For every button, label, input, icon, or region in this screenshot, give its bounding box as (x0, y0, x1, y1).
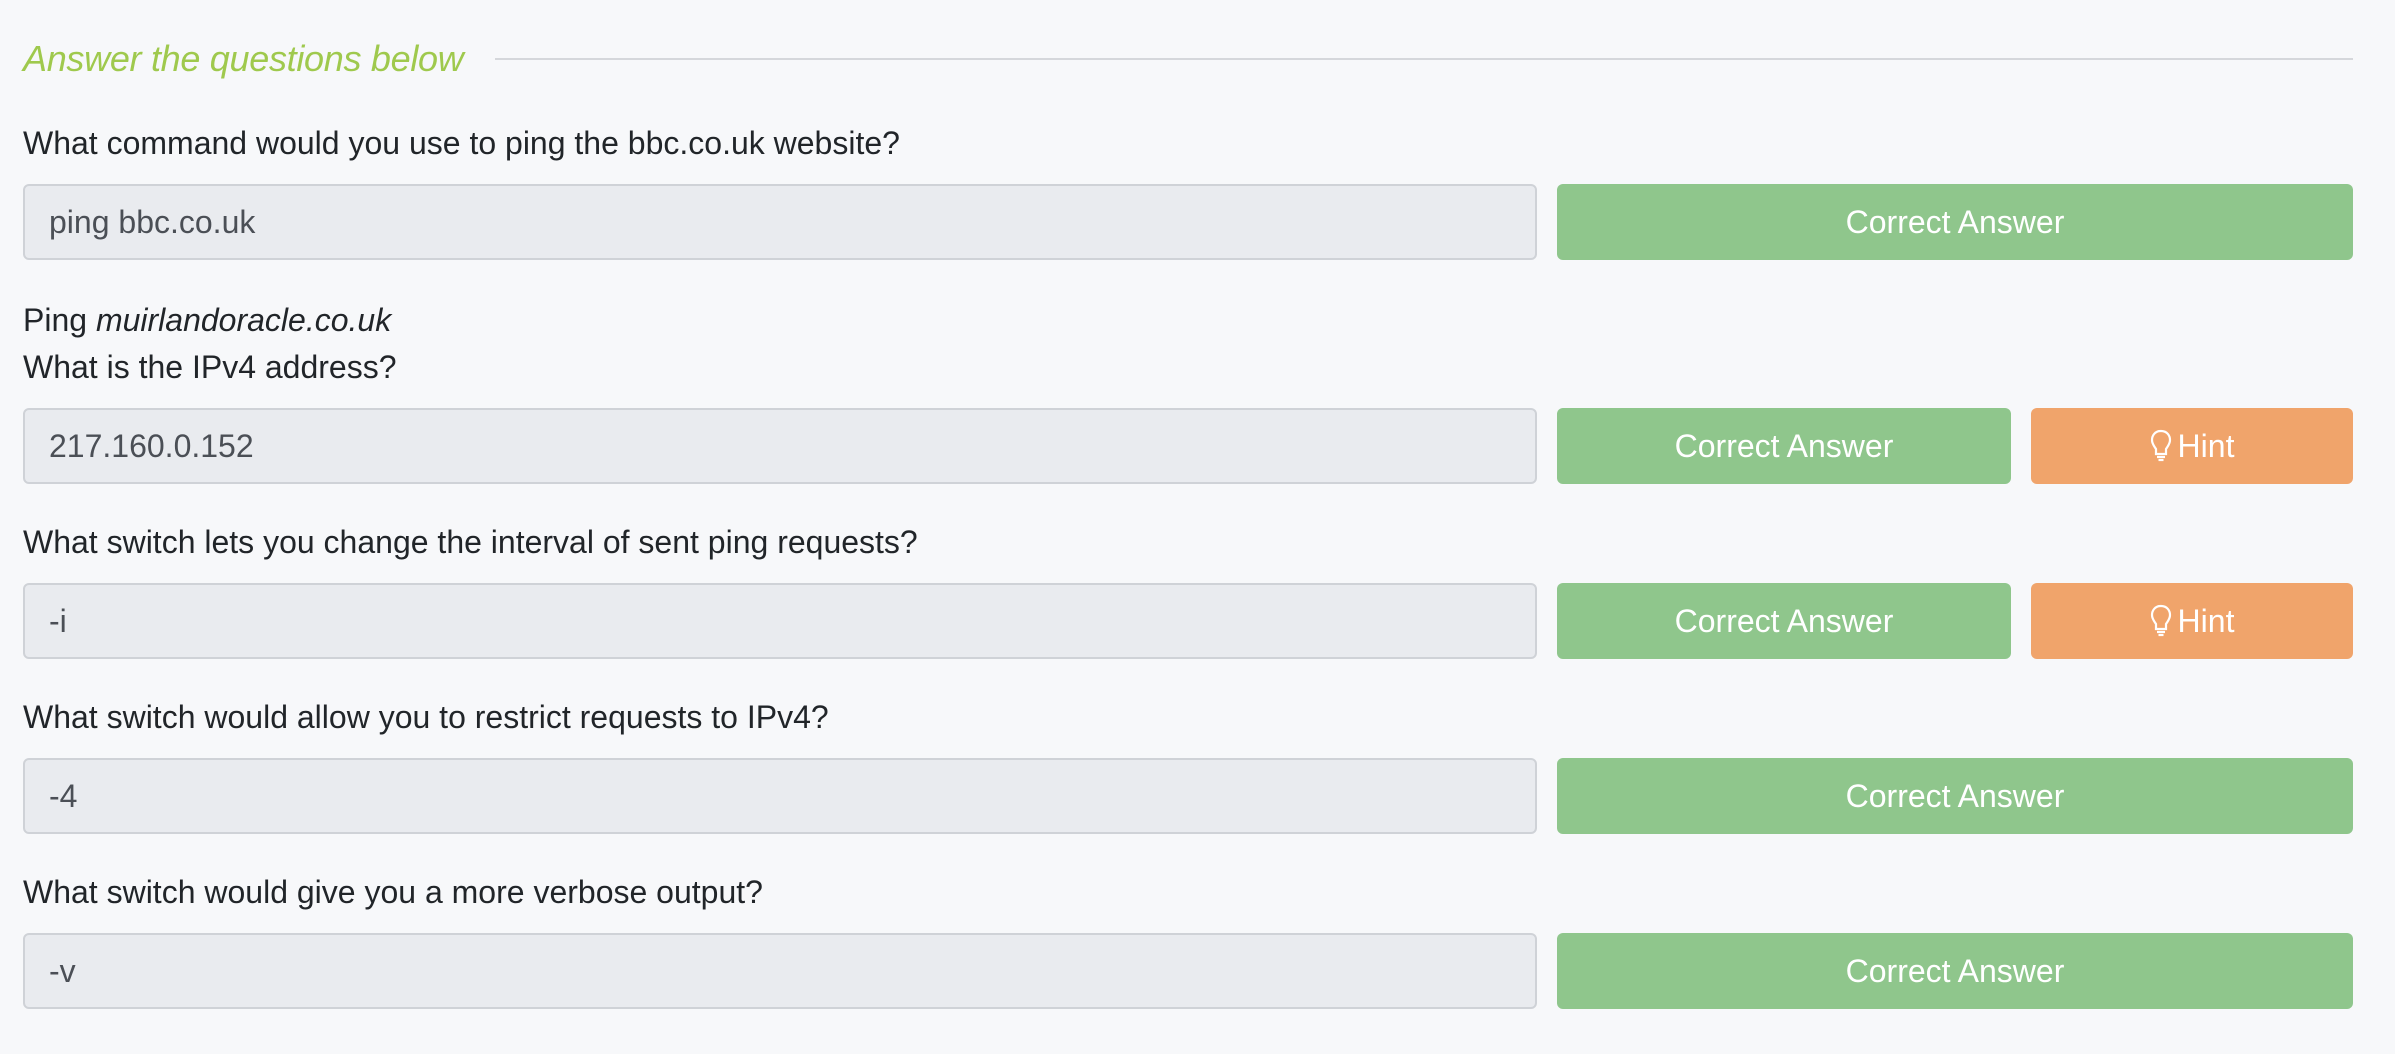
answer-field-2[interactable]: 217.160.0.152 (23, 408, 1537, 484)
question-2-line-1: Ping muirlandoracle.co.uk (23, 297, 2353, 344)
section-header: Answer the questions below (23, 0, 2353, 118)
questions-section: Answer the questions below What command … (23, 0, 2353, 1009)
correct-answer-button-1[interactable]: Correct Answer (1557, 184, 2353, 260)
answer-field-5[interactable]: -v (23, 933, 1537, 1009)
correct-answer-button-2[interactable]: Correct Answer (1557, 408, 2011, 484)
question-1: What command would you use to ping the b… (23, 125, 900, 161)
answer-field-1[interactable]: ping bbc.co.uk (23, 184, 1537, 260)
question-2-line-2: What is the IPv4 address? (23, 349, 397, 385)
answer-field-4[interactable]: -4 (23, 758, 1537, 834)
section-divider (495, 58, 2353, 60)
answer-field-3[interactable]: -i (23, 583, 1537, 659)
hint-label-3: Hint (2177, 602, 2235, 639)
question-2-domain: muirlandoracle.co.uk (95, 302, 392, 338)
question-3: What switch lets you change the interval… (23, 524, 918, 560)
question-5: What switch would give you a more verbos… (23, 874, 763, 910)
lightbulb-icon (2150, 429, 2172, 463)
answer-row-4: -4 Correct Answer (23, 758, 2353, 834)
correct-answer-button-3[interactable]: Correct Answer (1557, 583, 2011, 659)
answer-row-2: 217.160.0.152 Correct Answer Hint (23, 408, 2353, 484)
question-2: Ping muirlandoracle.co.uk What is the IP… (23, 297, 2353, 391)
question-2-prefix: Ping (23, 302, 96, 338)
hint-button-2[interactable]: Hint (2031, 408, 2353, 484)
answer-row-1: ping bbc.co.uk Correct Answer (23, 184, 2353, 260)
hint-label-2: Hint (2177, 427, 2235, 464)
correct-answer-button-4[interactable]: Correct Answer (1557, 758, 2353, 834)
question-4: What switch would allow you to restrict … (23, 699, 829, 735)
correct-answer-button-5[interactable]: Correct Answer (1557, 933, 2353, 1009)
answer-row-3: -i Correct Answer Hint (23, 583, 2353, 659)
hint-button-3[interactable]: Hint (2031, 583, 2353, 659)
lightbulb-icon (2150, 604, 2172, 638)
section-title: Answer the questions below (23, 38, 464, 79)
answer-row-5: -v Correct Answer (23, 933, 2353, 1009)
